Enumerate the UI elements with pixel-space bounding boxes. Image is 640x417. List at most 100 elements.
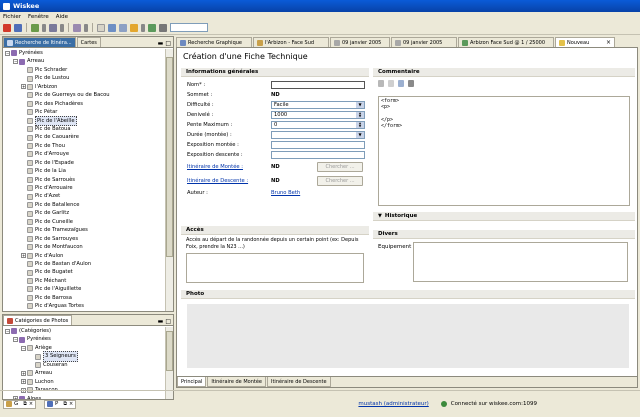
tab-date-2[interactable]: 09 janvier 2005 [391, 37, 457, 47]
spinner-arrows-icon[interactable]: ▲ ▼ [356, 122, 364, 128]
tree-item[interactable]: Pic de Caouarère [5, 133, 163, 141]
collapse-icon[interactable]: − [13, 59, 18, 65]
minimize-icon[interactable]: ▬ [158, 40, 164, 47]
pente-spinner[interactable]: 0 ▲ ▼ [271, 121, 365, 129]
collapse-icon[interactable]: − [5, 50, 10, 56]
tree-item[interactable]: + l'Arbizon [5, 83, 163, 91]
tree-item[interactable]: Pic de Tramezaïgues [5, 226, 163, 234]
tab-recherche-itineraire[interactable]: Recherche de Itinéra... [3, 37, 76, 47]
nom-input[interactable] [271, 81, 365, 89]
spinner-arrows-icon[interactable]: ▲ ▼ [356, 112, 364, 118]
acces-textarea[interactable] [186, 253, 364, 283]
map-icon[interactable] [148, 23, 156, 32]
tree-item[interactable]: Pic de Sarrouès [5, 176, 163, 184]
photo-tree-scrollbar[interactable] [165, 327, 173, 399]
tree-item[interactable]: Pic de Lustou [5, 74, 163, 82]
chercher-descente-button[interactable]: Chercher ... [317, 176, 363, 186]
zoom-icon[interactable] [108, 23, 116, 32]
tree-item[interactable]: Pic de Bugatet [5, 268, 163, 276]
tree-item[interactable]: Pic de Garlitz [5, 209, 163, 217]
expo-descente-input[interactable] [271, 151, 365, 159]
tree-item[interactable]: − Pyrénées [5, 49, 163, 57]
restore-icon[interactable]: ⧉ [63, 401, 67, 407]
tab-recherche-graphique[interactable]: Recherche Graphique [176, 37, 252, 47]
tree-item[interactable]: Pic de Guerreys ou de Bacou [5, 91, 163, 99]
tab-photo-categories[interactable]: Catégories de Photos [3, 315, 73, 325]
menu-fenetre[interactable]: Fenêtre [28, 14, 49, 20]
search-icon[interactable] [49, 23, 57, 32]
tab-arbizon-face-sud[interactable]: l'Arbizon - Face Sud [253, 37, 329, 47]
user-icon[interactable] [31, 23, 39, 32]
collapse-icon[interactable]: − [5, 328, 10, 334]
chercher-montee-button[interactable]: Chercher ... [317, 162, 363, 172]
collapse-icon[interactable]: − [21, 345, 26, 351]
tree-item[interactable]: Pic Méchant [5, 277, 163, 285]
tree-item[interactable]: + Luchon [5, 378, 163, 386]
tab-cartes[interactable]: Cartes [76, 37, 101, 47]
tree-item[interactable]: − (Catégories) [5, 327, 163, 335]
tab-date-1[interactable]: 09 janvier 2005 [330, 37, 390, 47]
dropdown-arrow-icon[interactable] [84, 23, 88, 32]
tree-item[interactable]: Couseran [5, 361, 163, 369]
tree-item[interactable]: Pic de l'Aiguillette [5, 285, 163, 293]
tree-item[interactable]: − Arreau [5, 57, 163, 65]
document-icon[interactable] [97, 23, 105, 32]
menu-aide[interactable]: Aide [56, 14, 68, 20]
tree-item[interactable]: Pic d'Arrouaire [5, 184, 163, 192]
status-user[interactable]: mustash (administrateur) [358, 401, 428, 407]
bold-icon[interactable] [378, 80, 384, 87]
dropdown-arrow-icon[interactable] [60, 23, 64, 32]
comment-textarea[interactable]: <form> <p> </p> </form> [378, 96, 630, 206]
tree-item[interactable]: Pic de Batoua [5, 125, 163, 133]
dropdown-arrow-icon[interactable] [42, 23, 46, 32]
chevron-down-icon[interactable]: ▼ [356, 102, 364, 108]
tree-item[interactable]: Pic de Thou [5, 142, 163, 150]
tree-item[interactable]: Pic de Batallence [5, 201, 163, 209]
link-icon[interactable] [398, 80, 404, 87]
tree-item[interactable]: 3 Seigneurs [5, 351, 163, 362]
filter-icon[interactable] [73, 23, 81, 32]
tab-itineraire-descente[interactable]: Itinéraire de Descente [267, 377, 331, 387]
tree-item[interactable]: Pic d'Arrouye [5, 150, 163, 158]
close-icon[interactable]: × [606, 39, 611, 46]
tree-item[interactable]: Pic de Barrosa [5, 294, 163, 302]
tree-item[interactable]: Pic de Bastan d'Aulon [5, 260, 163, 268]
tree-item[interactable]: − Ariège [5, 344, 163, 352]
close-icon[interactable]: × [29, 401, 33, 407]
minimize-icon[interactable]: ▬ [158, 318, 164, 325]
collapse-icon[interactable]: − [13, 337, 18, 343]
magnifier-icon[interactable] [119, 23, 127, 32]
tree-item[interactable]: Pic de l'Espade [5, 159, 163, 167]
person-icon[interactable] [408, 80, 414, 87]
expand-icon[interactable]: + [21, 253, 26, 259]
tree-item[interactable]: + Pic d'Aulon [5, 252, 163, 260]
tree-item[interactable]: Pic de Montfaucon [5, 243, 163, 251]
expand-icon[interactable]: + [21, 84, 26, 90]
expand-icon[interactable]: + [21, 379, 26, 385]
photo-tree-scrollbar-thumb[interactable] [166, 331, 173, 371]
tree-item[interactable]: Pic de Cuneille [5, 218, 163, 226]
save-icon[interactable] [14, 23, 22, 32]
restore-icon[interactable]: ⧉ [23, 401, 27, 407]
toolbar-search-input[interactable] [170, 23, 208, 32]
tree-scrollbar[interactable] [165, 49, 173, 311]
iti-montee-link[interactable]: Itinéraire de Montée : [187, 164, 271, 170]
tab-arbizon-map[interactable]: Arbizon Face Sud @ 1 / 25000 [458, 37, 554, 47]
duree-select[interactable]: ▼ [271, 131, 365, 139]
difficulte-select[interactable]: Facile ▼ [271, 101, 365, 109]
tree-item[interactable]: Pic des Pichadères [5, 100, 163, 108]
denivele-spinner[interactable]: 1000 ▲ ▼ [271, 111, 365, 119]
tree-item[interactable]: Pic de la Lia [5, 167, 163, 175]
close-icon[interactable]: × [69, 401, 73, 407]
mini-tab-p[interactable]: P ⧉ × [44, 399, 77, 409]
clock-icon[interactable] [130, 23, 138, 32]
tree-item[interactable]: Pic Pétar [5, 108, 163, 116]
stop-icon[interactable] [3, 23, 11, 32]
tree-scrollbar-thumb[interactable] [166, 57, 173, 257]
search-small-icon[interactable] [159, 23, 167, 32]
tab-itineraire-montee[interactable]: Itinéraire de Montée [207, 377, 266, 387]
auteur-link[interactable]: Bruno Beth [271, 190, 300, 196]
tree-item[interactable]: Pic de Sarrouyes [5, 235, 163, 243]
tree-item[interactable]: Pic Schrader [5, 66, 163, 74]
maximize-icon[interactable]: □ [165, 318, 171, 325]
